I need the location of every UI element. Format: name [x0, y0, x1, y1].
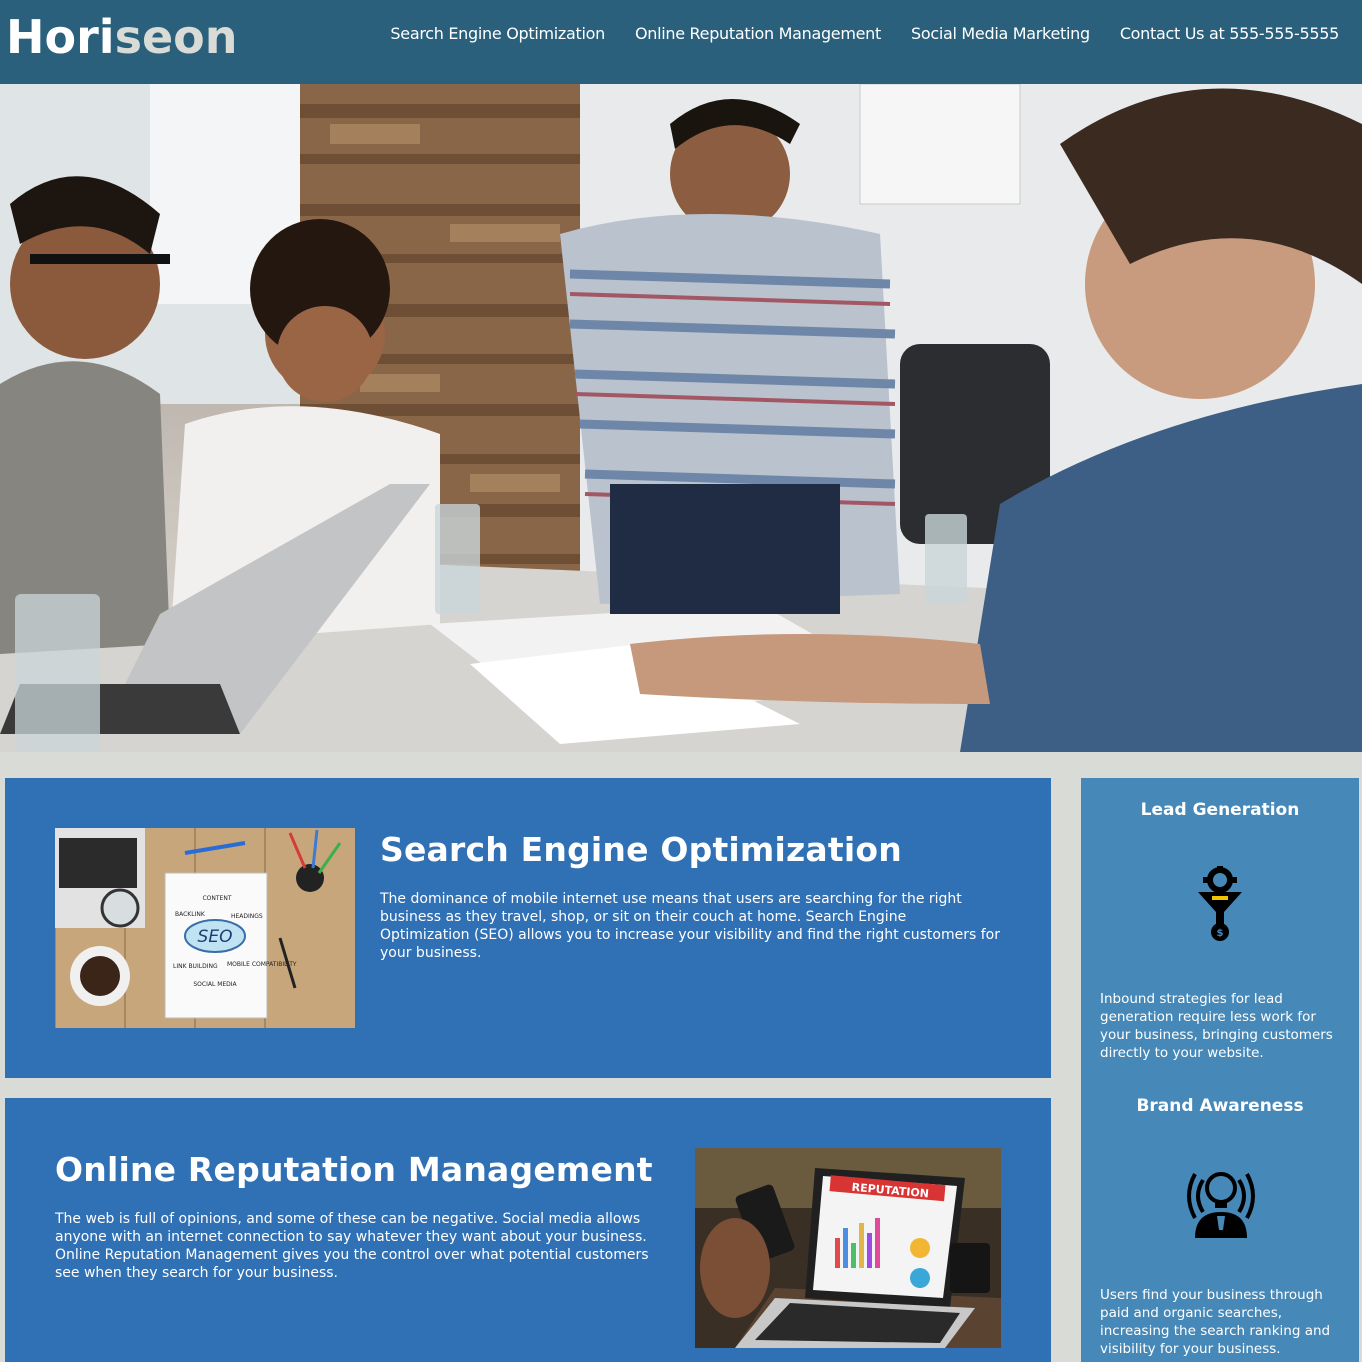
seo-title: Search Engine Optimization — [380, 830, 902, 869]
seo-section: SEO CONTENT BACKLINK HEADINGS LINK BUILD… — [5, 778, 1051, 1078]
seo-image-word-headings: HEADINGS — [231, 913, 263, 920]
nav-link-contact[interactable]: Contact Us at 555-555-5555 — [1120, 24, 1339, 43]
svg-text:$: $ — [1217, 928, 1224, 939]
orm-image-illustration: REPUTATION — [695, 1148, 1001, 1348]
lead-generation-title: Lead Generation — [1140, 800, 1300, 820]
hero-image — [0, 84, 1362, 752]
seo-image-word-link-building: LINK BUILDING — [173, 963, 218, 970]
orm-title: Online Reputation Management — [55, 1150, 653, 1189]
lead-generation-body: Inbound strategies for lead generation r… — [1100, 991, 1333, 1061]
seo-image-illustration: SEO CONTENT BACKLINK HEADINGS LINK BUILD… — [55, 828, 355, 1028]
brand-awareness-body: Users find your business through paid an… — [1100, 1287, 1331, 1357]
nav-link-smm[interactable]: Social Media Marketing — [911, 24, 1090, 43]
benefits-sidebar: Lead Generation $ Inbound strategies for… — [1081, 778, 1359, 1362]
seo-image-word-social: SOCIAL MEDIA — [193, 981, 237, 988]
orm-section: Online Reputation Management The web is … — [5, 1098, 1051, 1362]
site-logo[interactable]: Horiseon — [6, 10, 238, 64]
brand-awareness-title: Brand Awareness — [1136, 1096, 1304, 1116]
logo-part-seon: seon — [114, 10, 238, 64]
seo-image-word-content: CONTENT — [202, 895, 231, 902]
nav-link-orm[interactable]: Online Reputation Management — [635, 24, 881, 43]
nav-link-seo[interactable]: Search Engine Optimization — [390, 24, 605, 43]
site-header: Horiseon Search Engine Optimization Onli… — [0, 0, 1362, 84]
seo-image: SEO CONTENT BACKLINK HEADINGS LINK BUILD… — [55, 828, 355, 1028]
brand-awareness-icon — [1181, 1160, 1261, 1245]
hero-photo-illustration — [0, 84, 1362, 752]
logo-part-hori: Hori — [6, 10, 115, 64]
main-nav: Search Engine Optimization Online Reputa… — [390, 24, 1339, 43]
orm-body: The web is full of opinions, and some of… — [55, 1211, 649, 1281]
seo-body: The dominance of mobile internet use mea… — [380, 891, 1000, 961]
seo-image-word-backlink: BACKLINK — [175, 911, 206, 918]
seo-image-label: SEO — [198, 927, 233, 947]
orm-image: REPUTATION — [695, 1148, 1001, 1348]
lead-generation-icon: $ — [1196, 866, 1244, 947]
